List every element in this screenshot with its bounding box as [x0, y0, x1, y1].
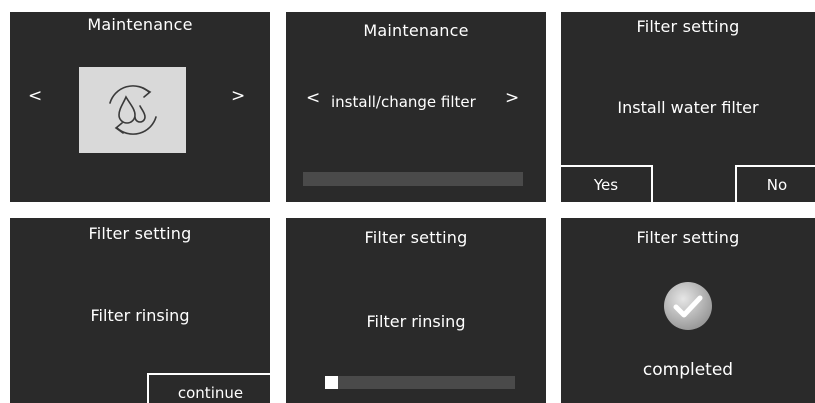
- screen-maintenance-option: Maintenance < install/change filter >: [286, 12, 546, 202]
- prev-arrow[interactable]: <: [28, 88, 42, 105]
- status-message: Filter rinsing: [366, 312, 466, 331]
- screen-title: Maintenance: [87, 15, 193, 34]
- screen-filter-rinsing-progress: Filter setting Filter rinsing: [286, 218, 546, 403]
- screen-title: Filter setting: [636, 17, 740, 36]
- no-button[interactable]: No: [735, 165, 815, 202]
- prompt-message: Install water filter: [617, 98, 759, 117]
- continue-button[interactable]: continue: [147, 373, 270, 403]
- progress-bar: [325, 376, 515, 389]
- screen-filter-rinsing-continue: Filter setting Filter rinsing continue: [10, 218, 270, 403]
- prev-arrow[interactable]: <: [306, 90, 320, 107]
- maintenance-tile[interactable]: [79, 67, 186, 153]
- screen-title: Filter setting: [636, 228, 740, 247]
- progress-fill: [325, 376, 339, 389]
- progress-bar: [303, 172, 523, 186]
- screen-title: Maintenance: [363, 21, 469, 40]
- filter-cycle-icon: [109, 85, 157, 135]
- screen-maintenance-menu: Maintenance < >: [10, 12, 270, 202]
- screen-title: Filter setting: [364, 228, 468, 247]
- next-arrow[interactable]: >: [505, 90, 519, 107]
- option-label[interactable]: install/change filter: [331, 93, 476, 111]
- yes-button[interactable]: Yes: [561, 165, 653, 202]
- status-label: completed: [642, 360, 734, 380]
- screen-filter-completed: Filter setting completed: [561, 218, 815, 403]
- screen-install-filter: Filter setting Install water filter Yes …: [561, 12, 815, 202]
- status-message: Filter rinsing: [90, 306, 190, 325]
- screen-title: Filter setting: [88, 224, 192, 243]
- checkmark-icon: [663, 281, 713, 331]
- next-arrow[interactable]: >: [231, 88, 245, 105]
